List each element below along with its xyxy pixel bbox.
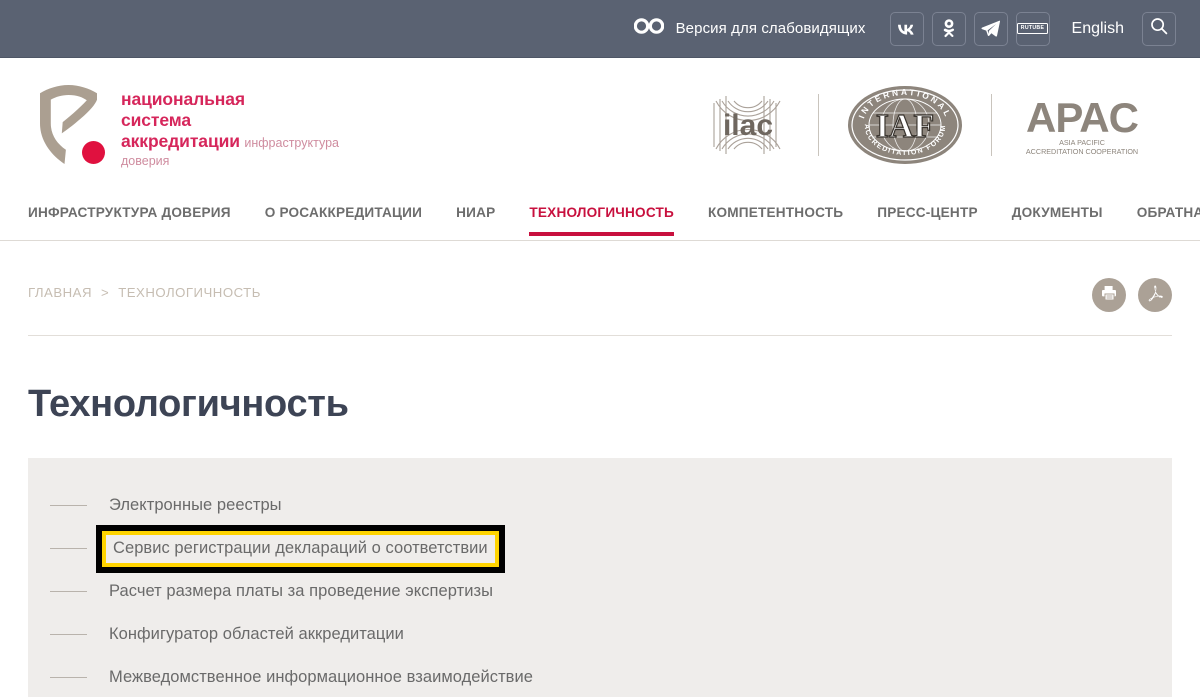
vk-icon[interactable] [889,11,924,46]
site-header: национальная система аккредитации инфрас… [0,59,1200,188]
nav-item-niar[interactable]: НИАР [456,188,495,235]
breadcrumb-row: ГЛАВНАЯ > ТЕХНОЛОГИЧНОСТЬ [0,241,1200,336]
list-item[interactable]: Межведомственное информационное взаимоде… [28,656,1172,699]
svg-text:ilac: ilac [723,109,773,142]
technology-links-panel: Электронные реестры Сервис регистрации д… [28,458,1172,697]
breadcrumb: ГЛАВНАЯ > ТЕХНОЛОГИЧНОСТЬ [28,285,261,300]
list-item[interactable]: Расчет размера платы за проведение экспе… [28,570,1172,613]
print-button[interactable] [1092,278,1126,312]
rutube-icon[interactable]: RUTUBE [1015,11,1050,46]
nav-item-about[interactable]: О РОСАККРЕДИТАЦИИ [265,188,422,235]
brand-text-block: национальная система аккредитации инфрас… [121,84,339,170]
accessibility-version-link[interactable]: Версия для слабовидящих [633,18,866,39]
list-item[interactable]: Сервис регистрации деклараций о соответс… [28,524,1172,573]
content-divider [28,335,1172,336]
link-electronic-registers[interactable]: Электронные реестры [109,496,282,515]
search-button[interactable] [1142,11,1176,46]
nav-item-infrastructure[interactable]: ИНФРАСТРУКТУРА ДОВЕРИЯ [28,188,231,235]
link-declaration-registration-service[interactable]: Сервис регистрации деклараций о соответс… [96,524,505,573]
link-interagency-information-exchange[interactable]: Межведомственное информационное взаимоде… [109,668,533,687]
bullet-dash-icon [50,591,87,592]
page-title: Технологичность [28,383,349,425]
iaf-logo-icon[interactable]: INTERNATIONAL ACCREDITATION FORUM IAF [819,83,991,167]
glasses-icon [633,18,664,39]
nav-item-competence[interactable]: КОМПЕТЕНТНОСТЬ [708,188,843,235]
svg-text:IAF: IAF [876,108,935,145]
page-tools [1092,278,1172,312]
link-expertise-fee-calculation[interactable]: Расчет размера платы за проведение экспе… [109,582,493,601]
accreditation-logos: ilac INTERNATIONAL ACCREDITATION FORUM I… [678,81,1172,169]
language-switch-link[interactable]: English [1072,20,1124,38]
nav-item-technology[interactable]: ТЕХНОЛОГИЧНОСТЬ [529,188,674,236]
pdf-button[interactable] [1138,278,1172,312]
list-item[interactable]: Конфигуратор областей аккредитации [28,613,1172,656]
breadcrumb-home[interactable]: ГЛАВНАЯ [28,285,92,300]
nav-item-press-center[interactable]: ПРЕСС-ЦЕНТР [877,188,977,235]
printer-icon [1100,284,1118,307]
accessibility-label: Версия для слабовидящих [675,20,866,37]
pdf-icon [1146,284,1164,307]
svg-text:ASIA PACIFIC: ASIA PACIFIC [1059,138,1105,147]
main-navigation: ИНФРАСТРУКТУРА ДОВЕРИЯ О РОСАККРЕДИТАЦИИ… [0,188,1200,241]
rosaccreditation-emblem-icon [28,84,108,166]
odnoklassniki-icon[interactable] [931,11,966,46]
bullet-dash-icon [50,677,87,678]
breadcrumb-separator: > [101,285,110,300]
svg-text:APAC: APAC [1026,94,1139,141]
rutube-label: RUTUBE [1017,23,1048,34]
breadcrumb-current: ТЕХНОЛОГИЧНОСТЬ [118,285,261,300]
brand-title: национальная система аккредитации [121,89,246,151]
apac-logo-icon[interactable]: APAC ASIA PACIFIC ACCREDITATION COOPERAT… [992,92,1172,158]
nav-item-feedback[interactable]: ОБРАТНАЯ СВЯЗЬ [1137,188,1200,235]
site-logo[interactable]: национальная система аккредитации инфрас… [28,84,339,170]
bullet-dash-icon [50,548,87,549]
link-accreditation-scope-configurator[interactable]: Конфигуратор областей аккредитации [109,625,404,644]
ilac-logo-icon[interactable]: ilac [678,83,818,167]
top-utility-bar: Версия для слабовидящих RUTUBE English [0,0,1200,58]
nav-item-documents[interactable]: ДОКУМЕНТЫ [1012,188,1103,235]
bullet-dash-icon [50,505,87,506]
telegram-icon[interactable] [973,11,1008,46]
social-links: RUTUBE [889,11,1050,46]
list-item[interactable]: Электронные реестры [28,484,1172,527]
svg-text:ACCREDITATION COOPERATION: ACCREDITATION COOPERATION [1026,147,1138,156]
bullet-dash-icon [50,634,87,635]
search-icon [1150,17,1168,40]
